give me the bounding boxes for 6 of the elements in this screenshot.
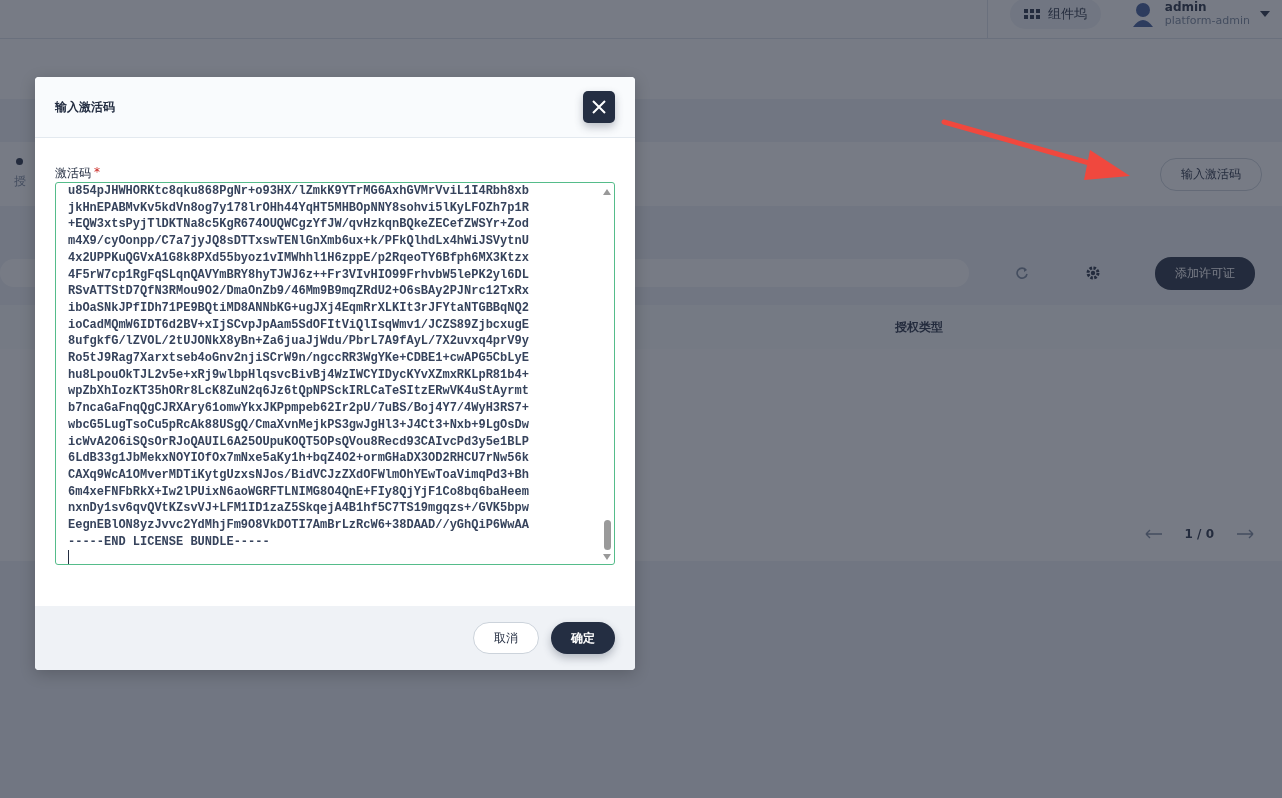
required-asterisk: *	[94, 165, 100, 181]
dialog-title: 输入激活码	[55, 98, 115, 116]
page-indicator: 1 / 0	[1184, 527, 1214, 541]
user-name: admin	[1164, 0, 1208, 14]
field-label: 激活码	[55, 165, 91, 182]
column-header: 授权类型	[893, 318, 944, 336]
